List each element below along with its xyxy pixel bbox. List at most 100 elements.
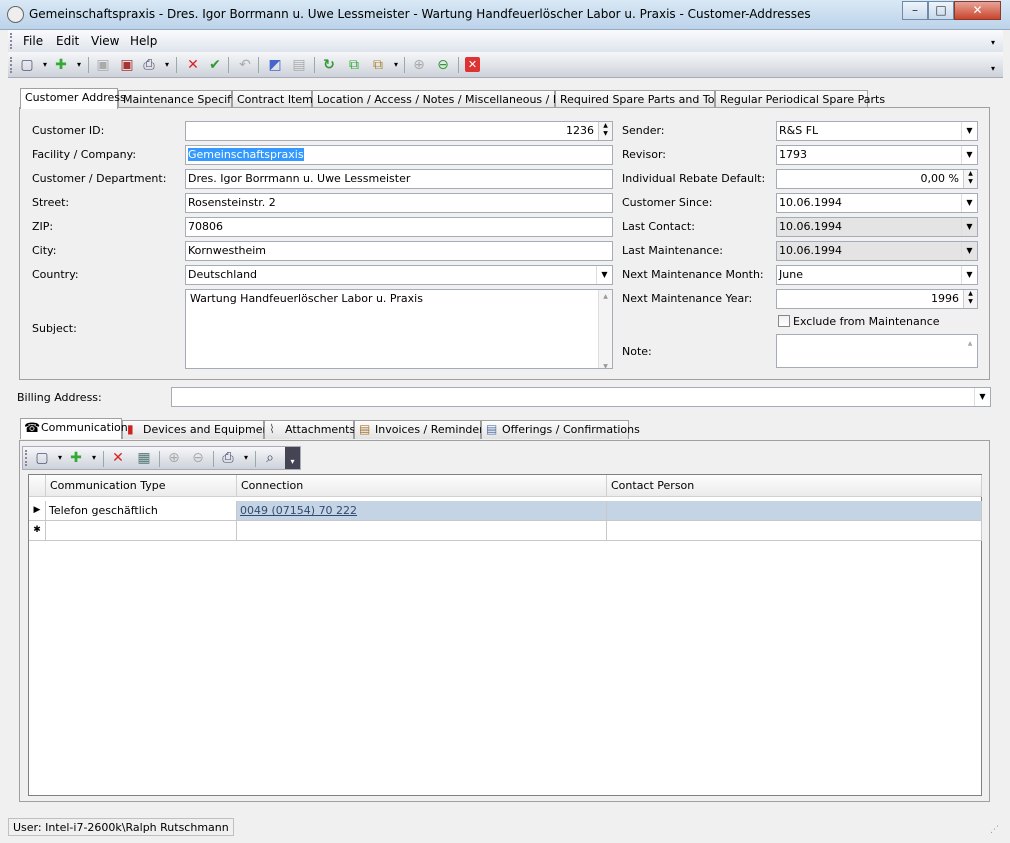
tab-attachments[interactable]: ⌇ Attachments	[264, 420, 355, 439]
chevron-down-icon[interactable]: ▼	[961, 266, 977, 284]
country-select[interactable]: Deutschland ▼	[185, 265, 613, 285]
menu-bar: File Edit View Help ▾	[8, 30, 1003, 52]
new-row-indicator-icon[interactable]: ✱	[29, 521, 46, 541]
street-input[interactable]: Rosensteinstr. 2	[185, 193, 613, 213]
delete-icon[interactable]: ✕	[109, 449, 127, 467]
table-icon[interactable]: ▦	[135, 449, 153, 467]
copy-icon[interactable]: ⧉	[345, 56, 363, 74]
stamp-icon[interactable]: ▤	[290, 56, 308, 74]
customer-since-select[interactable]: 10.06.1994 ▼	[776, 193, 978, 213]
new-icon[interactable]: ▢	[33, 449, 51, 467]
menu-help[interactable]: Help	[130, 34, 157, 48]
exclude-label[interactable]: Exclude from Maintenance	[793, 315, 940, 328]
delete-icon[interactable]: ✕	[184, 56, 202, 74]
print-icon[interactable]: ⎙	[219, 449, 237, 467]
dropdown-arrow-icon[interactable]: ▾	[158, 56, 176, 74]
next-year-input[interactable]: 1996 ▲ ▼	[776, 289, 978, 309]
new-row-cell[interactable]	[607, 521, 982, 541]
dropdown-arrow-icon[interactable]: ▾	[387, 56, 405, 74]
tab-offerings[interactable]: ▤ Offerings / Confirmations	[481, 420, 640, 439]
move-up-icon[interactable]: ⊕	[410, 56, 428, 74]
spin-icon[interactable]: ▲ ▼	[963, 170, 977, 188]
billing-address-select[interactable]: ▼	[171, 387, 991, 407]
city-input[interactable]: Kornwestheim	[185, 241, 613, 261]
grip-handle[interactable]	[10, 57, 13, 73]
subject-textarea[interactable]: Wartung Handfeuerlöscher Labor u. Praxis…	[185, 289, 613, 369]
accept-icon[interactable]: ✔	[206, 56, 224, 74]
last-maintenance-select[interactable]: 10.06.1994 ▼	[776, 241, 978, 261]
scrollbar[interactable]: ▲▼	[598, 290, 612, 368]
menu-file[interactable]: File	[23, 34, 43, 48]
new-icon[interactable]: ▢	[18, 56, 36, 74]
tab-customer-address[interactable]: Customer Address	[20, 88, 126, 109]
menu-view[interactable]: View	[91, 34, 119, 48]
exclude-checkbox[interactable]	[778, 315, 790, 327]
last-contact-select[interactable]: 10.06.1994 ▼	[776, 217, 978, 237]
customer-id-input[interactable]: 1236 ▲ ▼	[185, 121, 613, 141]
tab-invoices[interactable]: ▤ Invoices / Reminders	[354, 420, 489, 439]
menu-edit[interactable]: Edit	[56, 34, 79, 48]
overflow-icon[interactable]: ▾	[991, 38, 995, 47]
cell-communication-type[interactable]: Telefon geschäftlich	[46, 501, 237, 521]
dropdown-arrow-icon[interactable]: ▾	[237, 449, 255, 467]
revisor-select[interactable]: 1793 ▼	[776, 145, 978, 165]
grip-handle[interactable]	[10, 33, 13, 49]
save-close-icon[interactable]: ▣	[118, 56, 136, 74]
resize-grip-icon[interactable]: ⋰	[990, 825, 999, 835]
move-up-icon[interactable]: ⊕	[165, 449, 183, 467]
tab-communication[interactable]: ☎ Communication	[20, 418, 128, 439]
cell-connection[interactable]: 0049 (07154) 70 222	[237, 501, 607, 521]
move-down-icon[interactable]: ⊖	[434, 56, 452, 74]
current-row-indicator-icon[interactable]: ▶	[29, 501, 46, 521]
refresh-icon[interactable]: ↻	[320, 56, 338, 74]
chevron-down-icon[interactable]: ▼	[961, 194, 977, 212]
chevron-down-icon[interactable]: ▼	[596, 266, 612, 284]
next-month-select[interactable]: June ▼	[776, 265, 978, 285]
scrollbar[interactable]: ▲▼	[963, 335, 977, 367]
column-header-contact[interactable]: Contact Person	[607, 475, 982, 497]
zip-input[interactable]: 70806	[185, 217, 613, 237]
rebate-input[interactable]: 0,00 % ▲ ▼	[776, 169, 978, 189]
search-icon[interactable]: ⌕	[261, 449, 279, 467]
export-icon[interactable]: ⧉	[369, 56, 387, 74]
cell-contact-person[interactable]	[607, 501, 982, 521]
print-icon[interactable]: ⎙	[140, 56, 158, 74]
row-header-corner	[29, 475, 46, 497]
connection-link[interactable]: 0049 (07154) 70 222	[240, 504, 357, 517]
move-down-icon[interactable]: ⊖	[189, 449, 207, 467]
overflow-icon[interactable]: ▾	[285, 447, 300, 469]
chevron-down-icon[interactable]: ▼	[961, 242, 977, 260]
eraser-icon[interactable]: ◩	[266, 56, 284, 74]
note-textarea[interactable]: ▲▼	[776, 334, 978, 368]
undo-icon[interactable]: ↶	[236, 56, 254, 74]
tab-devices[interactable]: ▮ Devices and Equipments	[122, 420, 279, 439]
add-icon[interactable]: ✚	[67, 449, 85, 467]
chevron-down-icon[interactable]: ▼	[961, 218, 977, 236]
dropdown-arrow-icon[interactable]: ▾	[85, 449, 103, 467]
grip-handle[interactable]	[25, 450, 28, 466]
country-label: Country:	[32, 268, 79, 281]
column-header-type[interactable]: Communication Type	[46, 475, 237, 497]
dropdown-arrow-icon[interactable]: ▾	[70, 56, 88, 74]
close-button[interactable]: ✕	[954, 1, 1001, 20]
facility-input[interactable]: Gemeinschaftspraxis	[185, 145, 613, 165]
maximize-button[interactable]: □	[928, 1, 954, 20]
new-row-cell[interactable]	[46, 521, 237, 541]
department-input[interactable]: Dres. Igor Borrmann u. Uwe Lessmeister	[185, 169, 613, 189]
add-icon[interactable]: ✚	[52, 56, 70, 74]
chevron-down-icon[interactable]: ▼	[961, 146, 977, 164]
new-row-cell[interactable]	[237, 521, 607, 541]
column-header-connection[interactable]: Connection	[237, 475, 607, 497]
spin-icon[interactable]: ▲ ▼	[598, 122, 612, 140]
close-record-icon[interactable]: ✕	[465, 57, 480, 72]
minimize-button[interactable]: –	[902, 1, 928, 20]
separator	[404, 57, 405, 73]
sender-select[interactable]: R&S FL ▼	[776, 121, 978, 141]
save-icon[interactable]: ▣	[94, 56, 112, 74]
separator	[88, 57, 89, 73]
chevron-down-icon[interactable]: ▼	[974, 388, 990, 406]
chevron-down-icon[interactable]: ▼	[961, 122, 977, 140]
overflow-icon[interactable]: ▾	[991, 64, 995, 73]
spin-icon[interactable]: ▲ ▼	[963, 290, 977, 308]
customer-id-label: Customer ID:	[32, 124, 105, 137]
